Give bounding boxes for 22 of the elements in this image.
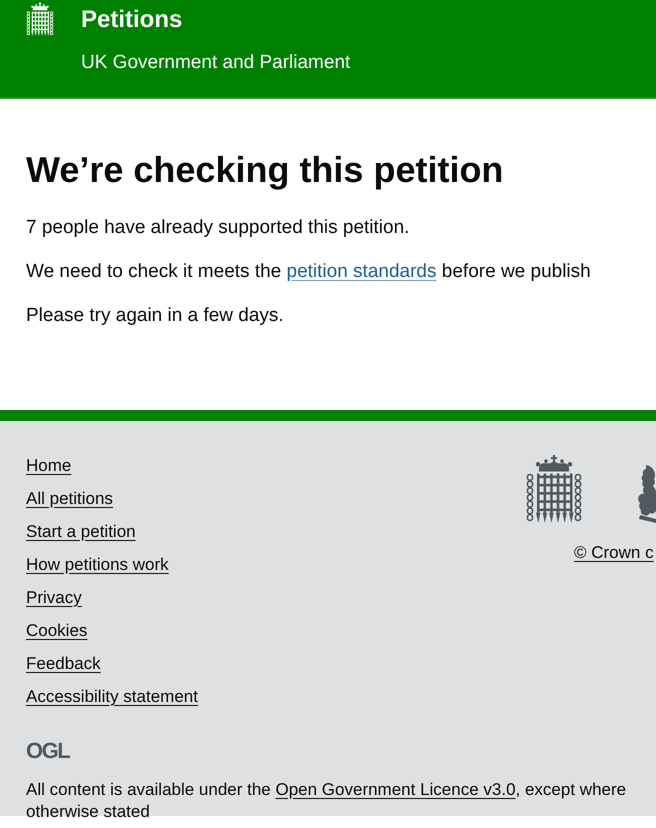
portcullis-icon — [26, 2, 54, 37]
body-text: We need to check it meets the petition standards before we publish — [26, 260, 592, 284]
copyright-link[interactable]: © Crown c — [574, 541, 654, 565]
footer-link[interactable]: All petitions — [26, 487, 113, 511]
portcullis-icon — [525, 455, 583, 525]
emblem-icon — [636, 465, 656, 523]
petition-standards-link[interactable]: petition standards — [286, 261, 437, 282]
body-text: 7 people have already supported this petition. — [26, 216, 410, 240]
licence-link[interactable]: Open Government Licence v3.0 — [276, 780, 516, 799]
licence-text: All content is available under the Open Government Licence v3.0, except where otherwise stated — [26, 779, 628, 823]
ogl-logo: OGL — [26, 741, 70, 761]
site-title[interactable]: Petitions — [81, 5, 182, 35]
footer-link[interactable]: Accessibility statement — [26, 685, 198, 709]
footer-link[interactable]: Privacy — [26, 586, 82, 610]
footer-link[interactable]: Start a petition — [26, 520, 136, 544]
footer-link[interactable]: Cookies — [26, 619, 88, 643]
footer-link[interactable]: Home — [26, 454, 72, 478]
body-text: Please try again in a few days. — [26, 304, 285, 328]
site-subtitle: UK Government and Parliament — [81, 51, 350, 75]
footer-link[interactable]: Feedback — [26, 652, 101, 676]
footer-link[interactable]: How petitions work — [26, 553, 169, 577]
page-heading: We’re checking this petition — [26, 150, 504, 190]
